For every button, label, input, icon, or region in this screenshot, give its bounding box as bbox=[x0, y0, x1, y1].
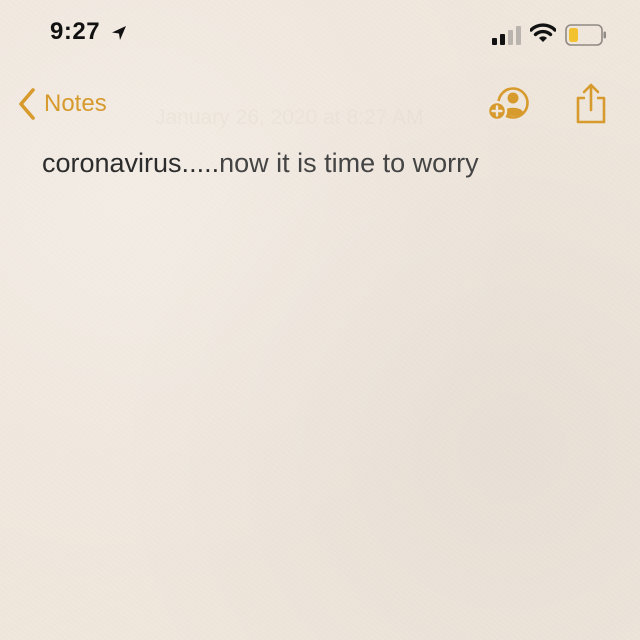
notes-screen: 9:27 Notes January 26, 2020 at 8:27 AM c… bbox=[0, 0, 640, 640]
note-date: January 26, 2020 at 8:27 AM bbox=[155, 106, 424, 129]
status-time: 9:27 bbox=[50, 18, 101, 45]
note-title-text: coronavirus..... bbox=[42, 148, 220, 178]
note-body-text: now it is time to worry bbox=[219, 148, 479, 178]
location-arrow-icon bbox=[112, 26, 126, 40]
back-label: Notes bbox=[44, 90, 107, 117]
wifi-icon bbox=[530, 23, 556, 42]
cellular-signal-icon bbox=[492, 26, 521, 45]
chevron-left-icon bbox=[19, 88, 35, 120]
battery-icon bbox=[565, 24, 606, 46]
add-person-icon[interactable] bbox=[486, 86, 532, 124]
nav-bar: Notes January 26, 2020 at 8:27 AM bbox=[0, 76, 640, 132]
note-text[interactable]: coronavirus.....now it is time to worry bbox=[42, 148, 622, 179]
status-bar: 9:27 bbox=[0, 0, 640, 70]
share-icon[interactable] bbox=[574, 82, 608, 124]
back-button[interactable]: Notes bbox=[16, 84, 107, 124]
